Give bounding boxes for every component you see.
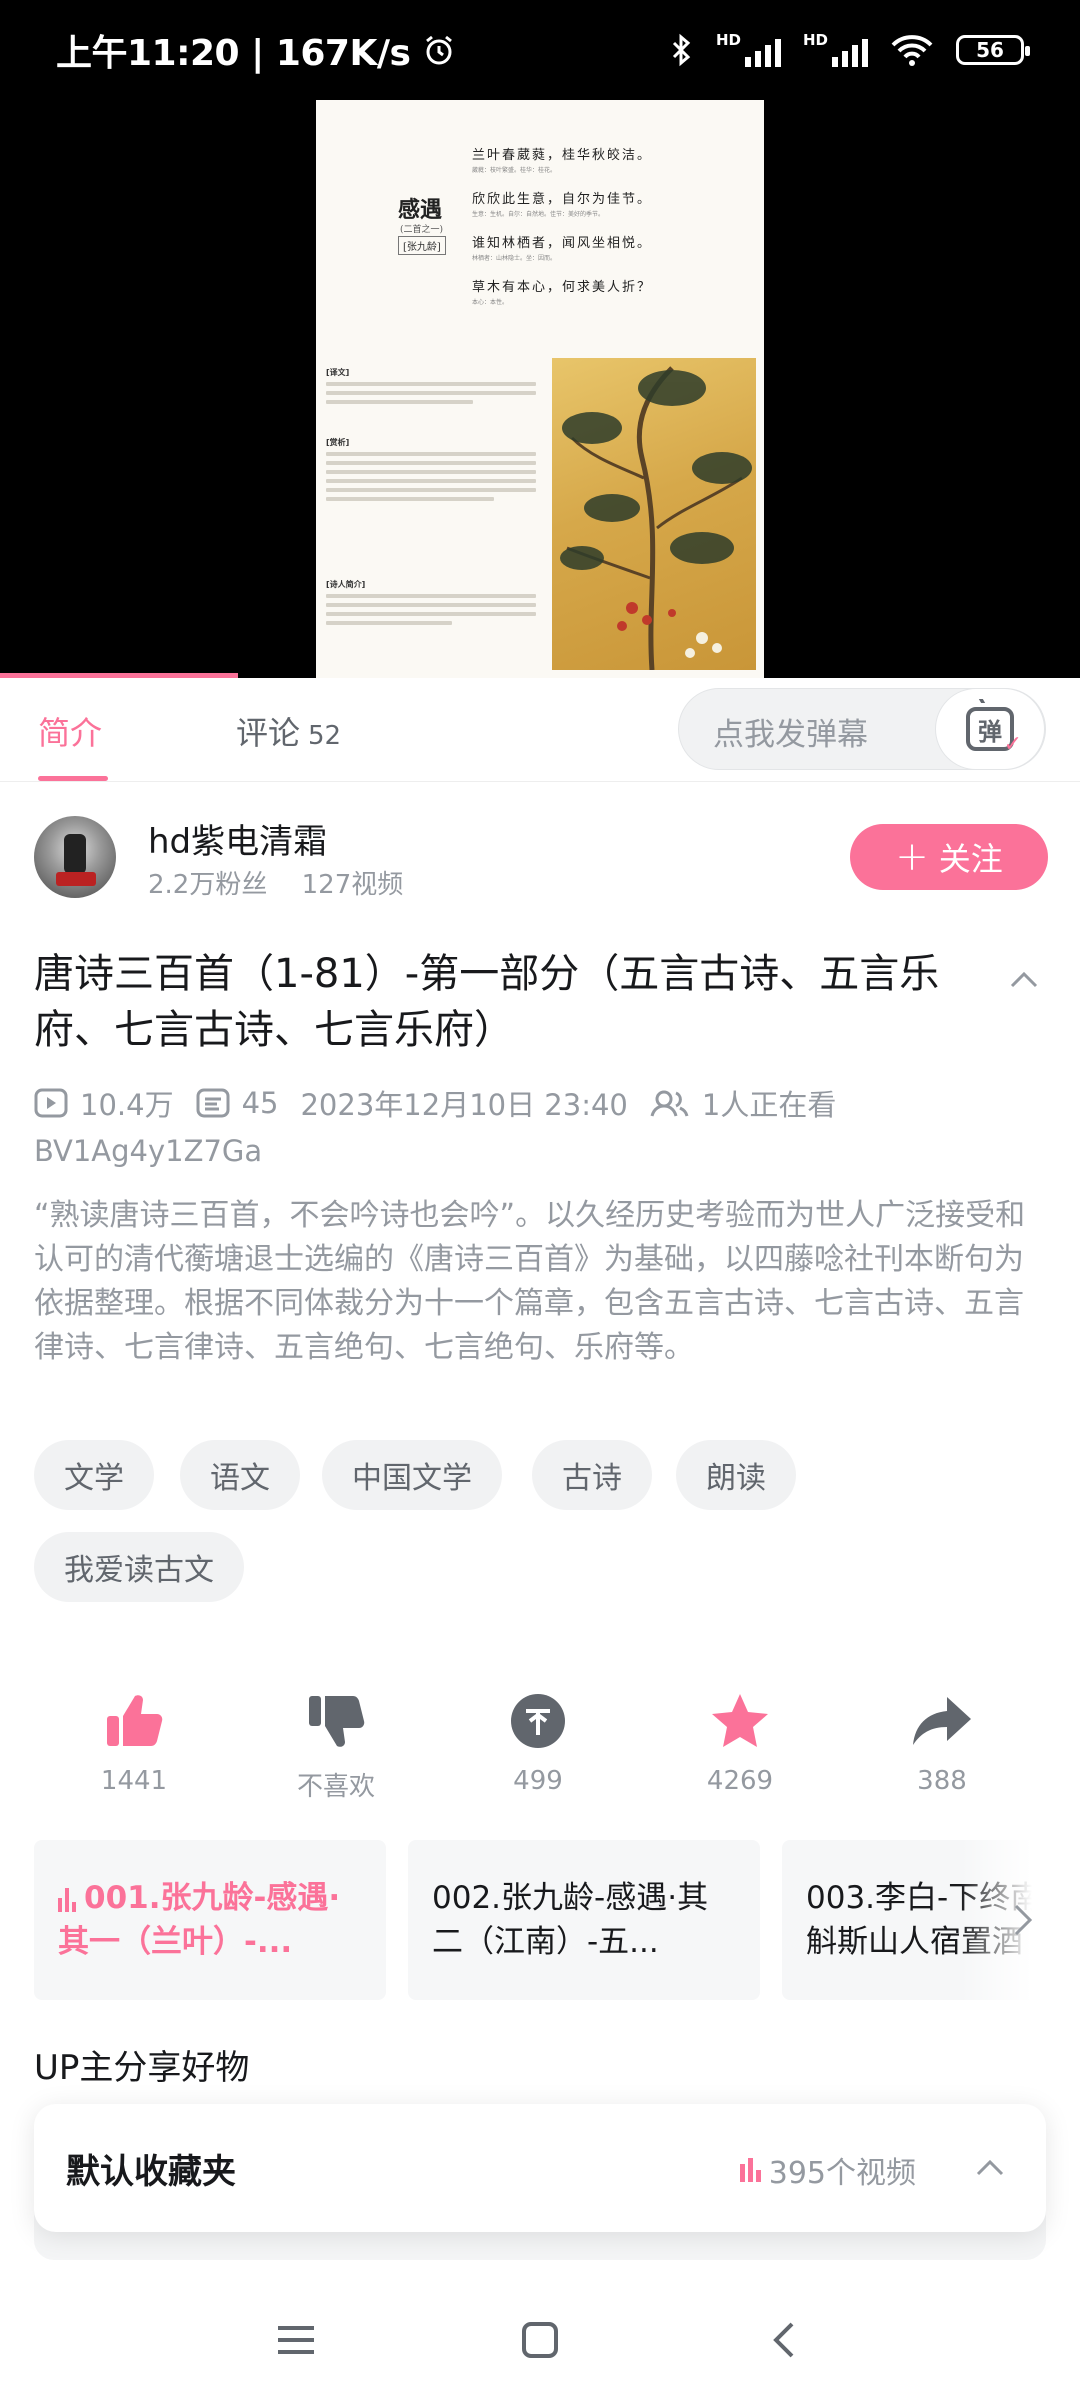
uploader-row: hd紫电清霜 2.2万粉丝 127视频 + 关注 — [0, 800, 1080, 920]
poem-gloss: 葳蕤：枝叶繁盛。桂华：桂花。 — [472, 167, 557, 174]
tag-pill[interactable]: 朗读 — [676, 1440, 796, 1510]
poem-gloss: 本心：本性。 — [472, 299, 509, 306]
tab-intro[interactable]: 简介 — [38, 708, 102, 754]
watching-count: 1人正在看 — [701, 1088, 837, 1122]
video-player[interactable]: 感遇 (二首之一) [张九龄] 兰叶春葳蕤，桂华秋皎洁。 葳蕤：枝叶繁盛。桂华：… — [0, 100, 1080, 678]
danmaku-toggle-button[interactable]: 弹 ✓ — [935, 688, 1045, 770]
chevron-up-icon[interactable] — [1004, 960, 1044, 1000]
action-bar: 1441 不喜欢 499 4269 388 — [0, 1686, 1080, 1816]
notes-poet-bio: [诗人简介] — [326, 580, 536, 630]
episode-list: 001.张九龄-感遇·其一（兰叶）-... 002.张九龄-感遇·其二（江南）-… — [0, 1840, 1080, 2000]
favorites-title: 默认收藏夹 — [66, 2152, 236, 2192]
status-time: 上午11:20 | 167K/s — [56, 33, 411, 74]
poem-line: 草木有本心，何求美人折？ — [472, 280, 653, 295]
danmaku-icon: 弹 ✓ — [966, 707, 1022, 757]
pine-painting-image — [552, 358, 756, 671]
status-bar: 上午11:20 | 167K/s HD HD 56 — [0, 0, 1080, 100]
home-button[interactable] — [510, 2310, 570, 2370]
dislike-label: 不喜欢 — [296, 1772, 375, 1802]
poem-gloss: 林栖者：山林隐士。坐：因而。 — [472, 255, 557, 262]
play-count-icon — [34, 1088, 68, 1118]
thumbs-up-icon — [107, 1695, 163, 1746]
goods-section-heading: UP主分享好物 — [34, 2048, 250, 2088]
tag-pill[interactable]: 文学 — [34, 1440, 154, 1510]
signal-1-icon: HD — [716, 33, 781, 67]
video-bars-icon — [739, 2158, 761, 2182]
back-icon — [773, 2322, 794, 2358]
publish-date: 2023年12月10日 23:40 — [300, 1088, 628, 1122]
view-count: 10.4万 — [80, 1088, 174, 1122]
battery-icon: 56 — [956, 35, 1030, 65]
danmaku-count: 45 — [241, 1086, 279, 1120]
share-button[interactable]: 388 — [862, 1686, 1022, 1796]
avatar[interactable] — [34, 816, 116, 898]
episode-title: 001.张九龄-感遇·其一（兰叶）-... — [58, 1880, 341, 1960]
square-icon — [522, 2322, 558, 2358]
uploader-name[interactable]: hd紫电清霜 — [148, 814, 327, 863]
favorites-count: 395个视频 — [739, 2148, 916, 2192]
tab-active-indicator — [38, 776, 108, 781]
tag-pill[interactable]: 古诗 — [532, 1440, 652, 1510]
danmaku-input[interactable]: 点我发弹幕 弹 ✓ — [678, 688, 1046, 770]
bvid: BV1Ag4y1Z7Ga — [34, 1134, 263, 1168]
favorites-folder-card[interactable]: 默认收藏夹 395个视频 — [34, 2104, 1046, 2232]
uploader-stats: 2.2万粉丝 127视频 — [148, 864, 429, 901]
watching-icon — [650, 1090, 689, 1117]
episode-card[interactable]: 002.张九龄-感遇·其二（江南）-五... — [408, 1840, 760, 2000]
follow-label: 关注 — [938, 840, 1003, 878]
coin-count: 499 — [513, 1766, 563, 1796]
tag-pill[interactable]: 中国文学 — [322, 1440, 502, 1510]
poem-lines: 兰叶春葳蕤，桂华秋皎洁。 葳蕤：枝叶繁盛。桂华：桂花。 欣欣此生意，自尔为佳节。… — [472, 144, 752, 320]
signal-2-icon: HD — [803, 33, 868, 67]
episode-title: 002.张九龄-感遇·其二（江南）-五... — [432, 1880, 709, 1960]
coin-icon — [511, 1694, 565, 1748]
dislike-button[interactable]: 不喜欢 — [256, 1686, 416, 1803]
video-title: 唐诗三百首（1-81）-第一部分（五言古诗、五言乐府、七言古诗、七言乐府） — [34, 951, 940, 1053]
poem-gloss: 生意：生机。自尔：自然地。佳节：美好的季节。 — [472, 211, 605, 218]
like-count: 1441 — [100, 1766, 168, 1796]
notes-appreciation: [赏析] — [326, 438, 536, 506]
menu-button[interactable] — [266, 2310, 326, 2370]
video-description: “熟读唐诗三百首，不会吟诗也会吟”。以久经历史考验而为世人广泛接受和认可的清代蘅… — [34, 1198, 1026, 1365]
coin-button[interactable]: 499 — [458, 1686, 618, 1796]
bluetooth-icon — [672, 33, 691, 67]
menu-icon — [278, 2326, 314, 2354]
episode-card-active[interactable]: 001.张九龄-感遇·其一（兰叶）-... — [34, 1840, 386, 2000]
alarm-icon — [426, 35, 453, 65]
video-frame-book-page: 感遇 (二首之一) [张九龄] 兰叶春葳蕤，桂华秋皎洁。 葳蕤：枝叶繁盛。桂华：… — [316, 100, 764, 678]
video-meta: 10.4万 45 2023年12月10日 23:40 1人正在看 — [34, 1082, 1044, 1124]
star-icon — [712, 1694, 768, 1747]
tag-pill[interactable]: 我爱读古文 — [34, 1532, 244, 1602]
chevron-up-icon[interactable] — [970, 2148, 1010, 2188]
share-count: 388 — [917, 1766, 967, 1796]
plus-icon: + — [895, 834, 929, 880]
back-button[interactable] — [754, 2310, 814, 2370]
content-tabs: 简介 评论 52 点我发弹幕 弹 ✓ — [0, 678, 1080, 782]
share-icon — [913, 1697, 971, 1745]
uploader-videos: 127视频 — [301, 870, 404, 900]
favorite-button[interactable]: 4269 — [660, 1686, 820, 1796]
system-nav-bar — [0, 2260, 1080, 2400]
like-button[interactable]: 1441 — [54, 1686, 214, 1796]
danmaku-count-icon — [196, 1088, 230, 1118]
poem-line: 兰叶春葳蕤，桂华秋皎洁。 — [472, 148, 653, 163]
poem-title: 感遇 — [398, 197, 443, 223]
poem-line: 谁知林栖者，闻风坐相悦。 — [472, 236, 653, 251]
tab-comments[interactable]: 评论 52 — [236, 708, 341, 754]
chevron-right-icon[interactable] — [1002, 1900, 1042, 1940]
wifi-icon — [891, 35, 933, 66]
uploader-fans: 2.2万粉丝 — [148, 870, 268, 900]
danmaku-placeholder: 点我发弹幕 — [713, 717, 868, 753]
poem-line: 欣欣此生意，自尔为佳节。 — [472, 192, 653, 207]
poem-subtitle: (二首之一) — [400, 225, 444, 235]
notes-translation: [译文] — [326, 368, 536, 409]
poem-author: [张九龄] — [398, 236, 446, 255]
comments-count: 52 — [308, 721, 342, 751]
tag-pill[interactable]: 语文 — [180, 1440, 300, 1510]
thumbs-down-icon — [309, 1696, 365, 1747]
follow-button[interactable]: + 关注 — [850, 824, 1048, 890]
favorite-count: 4269 — [706, 1766, 774, 1796]
playing-bars-icon — [58, 1887, 76, 1912]
